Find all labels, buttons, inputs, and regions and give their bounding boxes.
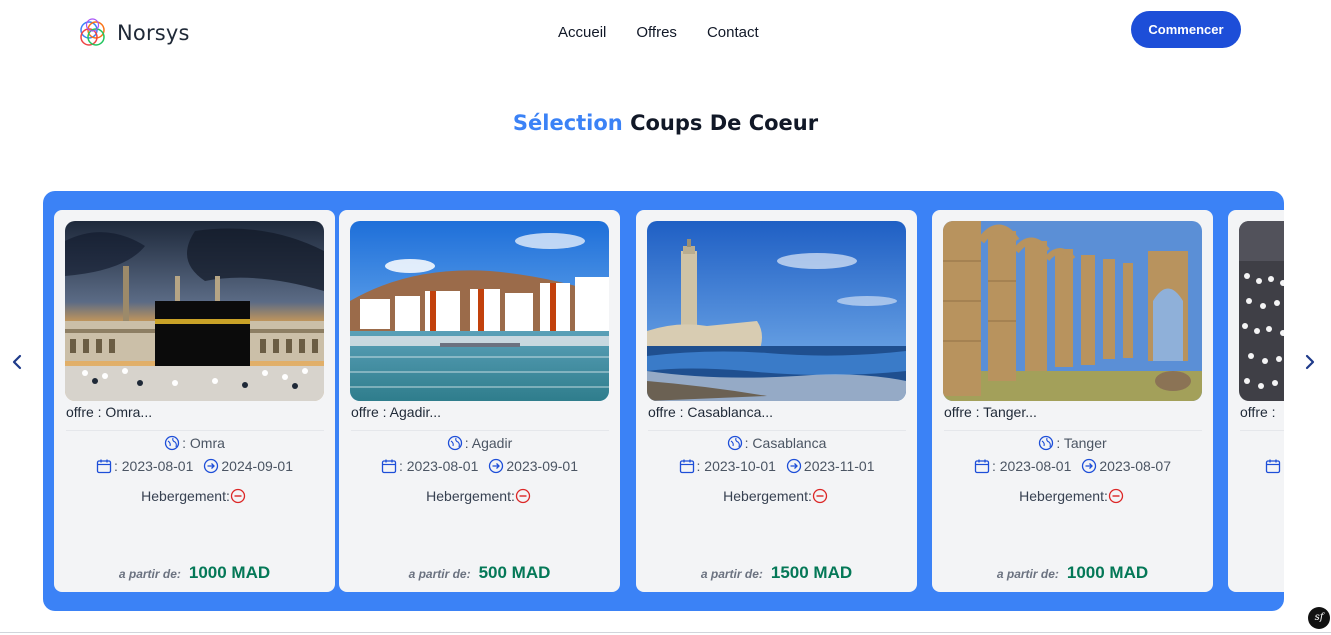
offer-card-omra[interactable]: offre : Omra... : Omra : 2023-08-01 2024… bbox=[54, 210, 335, 592]
price-label: a partir de: bbox=[408, 567, 471, 581]
offer-dates: : 2023-08-01 2023-09-01 bbox=[339, 458, 620, 474]
hebergement-label: Hebergement: bbox=[1019, 488, 1108, 504]
destination-text: : Omra bbox=[182, 435, 225, 451]
destination-icon bbox=[727, 435, 742, 451]
offer-destination: : Omra bbox=[54, 435, 335, 451]
offer-dates: : 2023-08-01 2023-08-07 bbox=[932, 458, 1213, 474]
offer-hebergement: Hebergement: bbox=[932, 488, 1213, 504]
price-label: a partir de: bbox=[996, 567, 1059, 581]
offers-carousel: offre : Omra... : Omra : 2023-08-01 2024… bbox=[43, 191, 1284, 611]
section-title: Sélection Coups De Coeur bbox=[0, 111, 1331, 135]
offer-title[interactable]: offre : Tanger... bbox=[944, 404, 1202, 431]
offer-destination: : Tanger bbox=[932, 435, 1213, 451]
section-title-rest: Coups De Coeur bbox=[630, 111, 819, 135]
offer-price: a partir de: 1500 MAD bbox=[636, 563, 917, 583]
date-start: : 2023-08-01 bbox=[113, 458, 194, 474]
hebergement-label: Hebergement: bbox=[723, 488, 812, 504]
symfony-toolbar-toggle[interactable]: sf bbox=[1308, 607, 1330, 629]
date-start: : 2023-08-01 bbox=[991, 458, 1072, 474]
offer-card-tanger[interactable]: offre : Tanger... : Tanger : 2023-08-01 … bbox=[932, 210, 1213, 592]
no-lodging-icon bbox=[230, 488, 246, 504]
price-value: 1000 MAD bbox=[188, 563, 271, 582]
carousel-next-button[interactable] bbox=[1302, 352, 1318, 372]
offer-card-agadir[interactable]: offre : Agadir... : Agadir : 2023-08-01 … bbox=[339, 210, 620, 592]
offer-price: a partir de: 1000 MAD bbox=[54, 563, 335, 583]
offer-destination: : Agadir bbox=[339, 435, 620, 451]
destination-text: : Tanger bbox=[1056, 435, 1107, 451]
destination-icon bbox=[164, 435, 180, 451]
section-title-accent: Sélection bbox=[512, 111, 623, 135]
brand-name: Norsys bbox=[117, 21, 190, 45]
navbar: Norsys Accueil Offres Contact Commencer bbox=[0, 0, 1331, 68]
offer-image-hassan-mosque bbox=[647, 221, 906, 401]
main-nav: Accueil Offres Contact bbox=[558, 24, 789, 41]
calendar-icon bbox=[96, 459, 112, 474]
brand[interactable]: Norsys bbox=[77, 17, 190, 49]
date-start: : 2023-10-01 bbox=[696, 458, 776, 474]
destination-text: : Agadir bbox=[464, 435, 513, 451]
date-end: 2023-11-01 bbox=[803, 458, 875, 474]
price-label: a partir de: bbox=[700, 567, 763, 581]
calendar-icon bbox=[679, 459, 694, 474]
hebergement-label: Hebergement: bbox=[426, 488, 515, 504]
offer-image-roman-ruins bbox=[943, 221, 1202, 401]
price-label: a partir de: bbox=[118, 567, 181, 581]
date-end: 2023-09-01 bbox=[506, 458, 579, 474]
norsys-logo-icon bbox=[80, 18, 105, 46]
destination-text: : Casablanca bbox=[744, 435, 827, 451]
offer-card-partial[interactable]: offre : bbox=[1228, 210, 1284, 592]
arrow-right-circle-icon bbox=[786, 458, 802, 474]
price-value: 1000 MAD bbox=[1066, 563, 1149, 582]
no-lodging-icon bbox=[1108, 488, 1124, 504]
offer-dates: : 2023-10-01 2023-11-01 bbox=[636, 458, 917, 474]
calendar-icon bbox=[974, 459, 990, 474]
offer-image-kaaba bbox=[65, 221, 324, 401]
offer-hebergement: Hebergement: bbox=[54, 488, 335, 504]
offer-price: a partir de: 1000 MAD bbox=[932, 563, 1213, 583]
offer-title[interactable]: offre : Agadir... bbox=[351, 404, 609, 431]
offer-dates bbox=[1228, 458, 1284, 474]
calendar-icon bbox=[381, 459, 397, 474]
nav-link-accueil[interactable]: Accueil bbox=[558, 24, 606, 41]
offer-hebergement: Hebergement: bbox=[339, 488, 620, 504]
offer-card-casablanca[interactable]: offre : Casablanca... : Casablanca : 202… bbox=[636, 210, 917, 592]
calendar-icon bbox=[1265, 459, 1281, 474]
page-divider bbox=[0, 632, 1331, 633]
arrow-right-circle-icon bbox=[489, 458, 504, 474]
arrow-right-circle-icon bbox=[1082, 458, 1097, 474]
no-lodging-icon bbox=[812, 488, 828, 504]
offer-title[interactable]: offre : Omra... bbox=[66, 404, 324, 431]
date-end: 2024-09-01 bbox=[221, 458, 294, 474]
destination-icon bbox=[447, 435, 462, 451]
offer-dates: : 2023-08-01 2024-09-01 bbox=[54, 458, 335, 474]
offer-image-agadir bbox=[350, 221, 609, 401]
arrow-right-circle-icon bbox=[204, 458, 219, 474]
nav-link-offres[interactable]: Offres bbox=[636, 24, 677, 41]
offer-price: a partir de: 500 MAD bbox=[339, 563, 620, 583]
date-start: : 2023-08-01 bbox=[398, 458, 479, 474]
offer-title[interactable]: offre : bbox=[1240, 404, 1284, 431]
hebergement-label: Hebergement: bbox=[141, 488, 230, 504]
price-value: 500 MAD bbox=[478, 563, 551, 582]
price-value: 1500 MAD bbox=[770, 563, 853, 582]
nav-link-contact[interactable]: Contact bbox=[707, 24, 759, 41]
chevron-left-icon bbox=[12, 354, 22, 370]
offer-title[interactable]: offre : Casablanca... bbox=[648, 404, 906, 431]
no-lodging-icon bbox=[515, 488, 531, 504]
carousel-prev-button[interactable] bbox=[9, 352, 25, 372]
chevron-right-icon bbox=[1305, 354, 1315, 370]
destination-icon bbox=[1039, 435, 1054, 451]
offer-destination: : Casablanca bbox=[636, 435, 917, 451]
offer-hebergement: Hebergement: bbox=[636, 488, 917, 504]
commencer-button[interactable]: Commencer bbox=[1131, 11, 1241, 48]
date-end: 2023-08-07 bbox=[1099, 458, 1172, 474]
offer-image-crowd bbox=[1239, 221, 1284, 401]
